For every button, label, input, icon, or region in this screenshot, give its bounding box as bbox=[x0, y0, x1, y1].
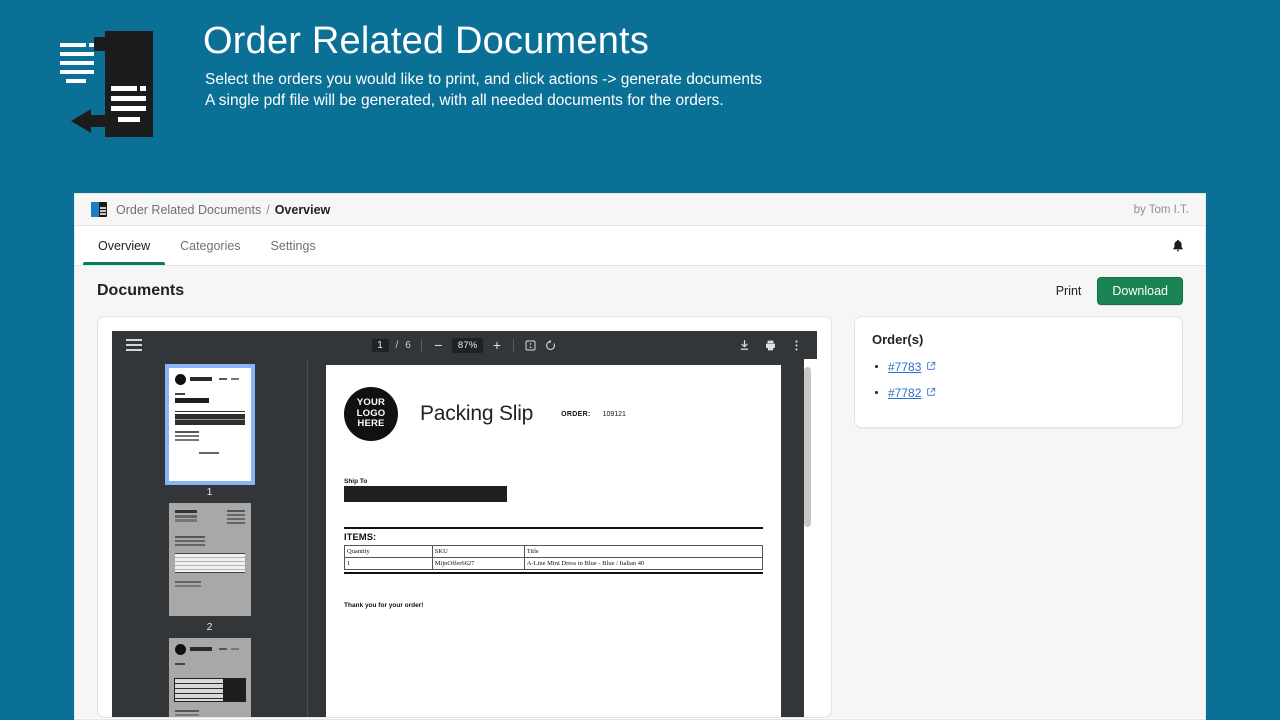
pdf-scrollbar-thumb[interactable] bbox=[804, 367, 811, 527]
pdf-page-canvas: YOUR LOGO HERE Packing Slip ORDER: 10912… bbox=[308, 359, 817, 717]
orders-column: Order(s) #7783 #7782 bbox=[854, 316, 1183, 718]
content-columns: 1 / 6 − 87% + 1 2 YOUR LOGO HERE Packing… bbox=[97, 316, 1183, 718]
tab-settings-label: Settings bbox=[270, 238, 316, 253]
fit-to-page-icon[interactable] bbox=[524, 339, 537, 352]
download-icon[interactable] bbox=[738, 339, 751, 352]
promo-subtitle-line-2: A single pdf file will be generated, wit… bbox=[205, 91, 724, 109]
pdf-thumbnail-panel[interactable]: 1 2 bbox=[112, 359, 307, 717]
pdf-thumbnail-item[interactable]: 1 bbox=[112, 364, 307, 498]
app-byline: by Tom I.T. bbox=[1133, 203, 1189, 216]
document-order-ref: ORDER: 109121 bbox=[561, 411, 626, 418]
pdf-thumbnail-item[interactable]: 2 bbox=[112, 503, 307, 633]
page-title: Documents bbox=[97, 282, 185, 299]
more-vertical-icon[interactable] bbox=[790, 339, 803, 352]
print-icon[interactable] bbox=[764, 339, 777, 352]
page-body: Documents Print Download 1 / 6 − 87% + 1… bbox=[75, 266, 1205, 718]
pdf-toolbar: 1 / 6 − 87% + bbox=[112, 331, 817, 359]
pdf-thumbnail-page-3[interactable] bbox=[168, 638, 251, 717]
item-sku: MijnOffer6627 bbox=[431, 557, 525, 570]
tab-categories-label: Categories bbox=[180, 238, 241, 253]
pdf-page-1: YOUR LOGO HERE Packing Slip ORDER: 10912… bbox=[326, 365, 781, 717]
toolbar-divider-1 bbox=[420, 338, 422, 352]
documents-exchange-icon bbox=[60, 31, 153, 137]
section-divider-bottom bbox=[344, 572, 763, 574]
pdf-toolbar-right bbox=[738, 339, 803, 352]
tab-categories[interactable]: Categories bbox=[165, 226, 255, 265]
items-table-row: 1 MijnOffer6627 A-Line Mini Dress in Blu… bbox=[344, 557, 764, 570]
external-link-icon[interactable] bbox=[926, 358, 936, 376]
ship-to-redacted-value bbox=[344, 486, 507, 502]
document-header: YOUR LOGO HERE Packing Slip ORDER: 10912… bbox=[344, 387, 763, 441]
download-button[interactable]: Download bbox=[1097, 277, 1183, 305]
order-link-7783[interactable]: #7783 bbox=[888, 360, 921, 374]
tab-bar: Overview Categories Settings bbox=[75, 226, 1205, 266]
pdf-thumbnail-number: 1 bbox=[206, 486, 213, 498]
section-divider-top bbox=[344, 527, 763, 529]
document-footer-text: Thank you for your order! bbox=[344, 602, 424, 609]
promo-subtitle-line-1: Select the orders you would like to prin… bbox=[205, 71, 763, 88]
breadcrumb-current-page: Overview bbox=[274, 202, 331, 217]
pdf-page-input[interactable]: 1 bbox=[371, 338, 389, 352]
pdf-viewer-column: 1 / 6 − 87% + 1 2 YOUR LOGO HERE Packing… bbox=[97, 316, 832, 718]
pdf-thumbnail-item[interactable]: 3 bbox=[112, 638, 307, 717]
items-col-sku: SKU bbox=[431, 545, 525, 558]
promo-title: Order Related Documents bbox=[203, 20, 650, 62]
pdf-viewer-card: 1 / 6 − 87% + 1 2 YOUR LOGO HERE Packing… bbox=[97, 316, 832, 718]
items-table: Quantity SKU Title 1 MijnOffer6627 A-Lin… bbox=[344, 545, 764, 570]
orders-card-heading: Order(s) bbox=[872, 332, 924, 347]
order-link-7782[interactable]: #7782 bbox=[888, 386, 921, 400]
pdf-viewer: 1 / 6 − 87% + 1 2 YOUR LOGO HERE Packing… bbox=[112, 331, 817, 717]
tab-overview[interactable]: Overview bbox=[83, 226, 166, 265]
app-window: Order Related Documents / Overview by To… bbox=[74, 193, 1206, 720]
orders-list: #7783 #7782 bbox=[872, 358, 1165, 402]
pdf-thumbnail-number: 2 bbox=[206, 621, 213, 633]
company-logo: YOUR LOGO HERE bbox=[344, 387, 398, 441]
print-button[interactable]: Print bbox=[1054, 279, 1084, 303]
items-col-quantity: Quantity bbox=[344, 545, 433, 558]
zoom-out-button[interactable]: − bbox=[432, 338, 445, 352]
tab-overview-label: Overview bbox=[98, 238, 151, 253]
item-quantity: 1 bbox=[344, 557, 433, 570]
app-topbar: Order Related Documents / Overview by To… bbox=[75, 194, 1205, 226]
toolbar-divider-2 bbox=[513, 338, 515, 352]
orders-list-item: #7783 bbox=[875, 358, 1165, 376]
bell-icon[interactable] bbox=[1169, 237, 1187, 255]
zoom-in-button[interactable]: + bbox=[490, 338, 503, 352]
app-favicon-icon bbox=[91, 202, 107, 217]
promo-banner: Order Related Documents Select the order… bbox=[0, 0, 1280, 193]
pdf-thumbnail-page-1[interactable] bbox=[164, 364, 255, 485]
items-col-title: Title bbox=[523, 545, 764, 558]
pdf-page-separator: / bbox=[395, 339, 399, 351]
pdf-total-pages: 6 bbox=[405, 339, 411, 351]
breadcrumb-app-name[interactable]: Order Related Documents bbox=[116, 203, 261, 217]
order-number: 109121 bbox=[602, 410, 626, 418]
logo-line-3: HERE bbox=[357, 418, 385, 430]
rotate-clockwise-icon[interactable] bbox=[544, 339, 557, 352]
items-table-header-row: Quantity SKU Title bbox=[344, 545, 764, 558]
external-link-icon[interactable] bbox=[926, 384, 936, 402]
zoom-level-value[interactable]: 87% bbox=[451, 337, 484, 353]
orders-list-item: #7782 bbox=[875, 384, 1165, 402]
page-header: Documents Print Download bbox=[97, 266, 1183, 316]
breadcrumb-separator: / bbox=[266, 202, 270, 217]
hamburger-menu-icon[interactable] bbox=[126, 336, 142, 354]
orders-card: Order(s) #7783 #7782 bbox=[854, 316, 1183, 428]
pdf-stage: 1 2 YOUR LOGO HERE Packing Slip ORDER: 1… bbox=[112, 359, 817, 717]
order-label: ORDER: bbox=[561, 410, 591, 418]
pdf-toolbar-center: 1 / 6 − 87% + bbox=[371, 331, 558, 359]
ship-to-label: Ship To bbox=[344, 478, 368, 485]
item-title: A-Line Mini Dress in Blue - Blue / Itali… bbox=[523, 557, 764, 570]
items-label: ITEMS: bbox=[344, 532, 377, 543]
promo-subtitle: Select the orders you would like to prin… bbox=[205, 70, 762, 111]
document-title: Packing Slip bbox=[420, 402, 534, 425]
page-actions: Print Download bbox=[1054, 277, 1183, 305]
pdf-thumbnail-page-2[interactable] bbox=[168, 503, 251, 616]
tab-settings[interactable]: Settings bbox=[256, 226, 331, 265]
